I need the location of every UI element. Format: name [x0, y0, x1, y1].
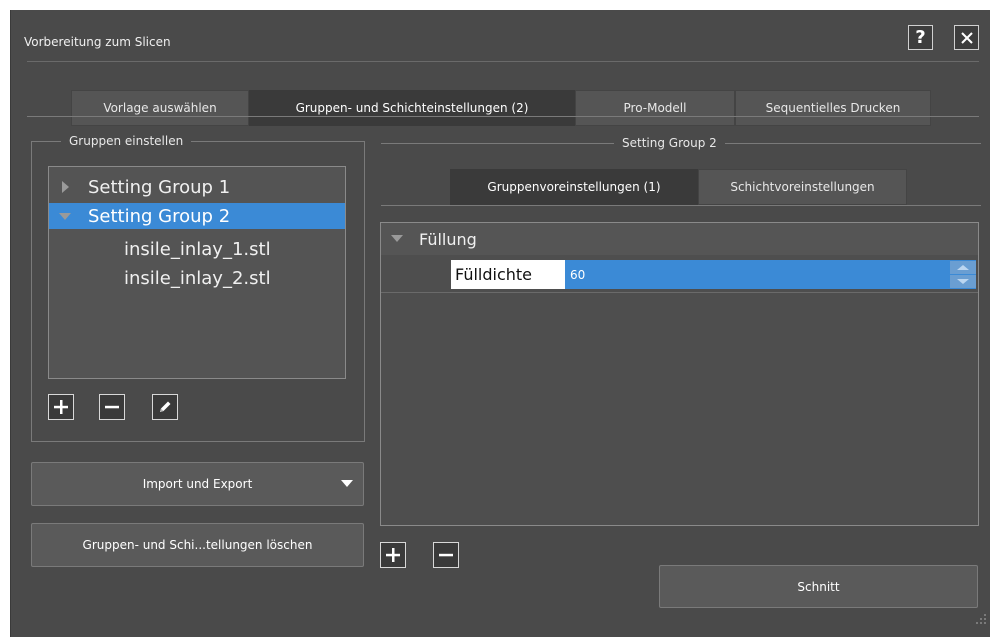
tab-gruppen-schichteinstellungen[interactable]: Gruppen- und Schichteinstellungen (2)	[249, 90, 575, 126]
value-spinner[interactable]	[950, 260, 976, 289]
tab-gruppenvoreinstellungen[interactable]: Gruppenvoreinstellungen (1)	[450, 169, 698, 205]
collapse-arrow-icon[interactable]	[391, 235, 403, 242]
help-button[interactable]: ?	[908, 25, 933, 50]
setting-group-legend: Setting Group 2	[614, 136, 725, 150]
property-label: Fülldichte	[451, 260, 565, 289]
chevron-up-icon	[957, 265, 969, 270]
import-export-dropdown[interactable]: Import und Export	[31, 462, 364, 506]
expand-arrow-icon[interactable]	[62, 181, 69, 193]
tab-sequentielles-drucken[interactable]: Sequentielles Drucken	[735, 90, 931, 126]
minus-icon	[439, 553, 453, 557]
plus-icon	[386, 548, 400, 562]
resize-grip-icon[interactable]	[975, 613, 987, 625]
collapse-arrow-icon[interactable]	[59, 212, 71, 220]
close-button[interactable]	[954, 25, 979, 50]
spin-up-button[interactable]	[950, 261, 976, 274]
title-divider	[27, 61, 979, 62]
close-icon	[960, 31, 973, 44]
remove-group-button[interactable]	[99, 394, 125, 420]
groups-legend: Gruppen einstellen	[61, 134, 192, 148]
plus-icon	[54, 400, 68, 414]
property-editor: Füllung Fülldichte 60	[380, 222, 979, 526]
tree-item-setting-group-1[interactable]: Setting Group 1	[49, 174, 345, 200]
chevron-down-icon	[341, 480, 353, 487]
section-title: Füllung	[419, 230, 477, 249]
add-group-button[interactable]	[48, 394, 74, 420]
delete-settings-button[interactable]: Gruppen- und Schi...tellungen löschen	[31, 523, 364, 567]
group-tree[interactable]: Setting Group 1 Setting Group 2 insile_i…	[48, 166, 346, 379]
tab-schichtvoreinstellungen[interactable]: Schichtvoreinstellungen	[698, 169, 907, 205]
section-header-fuellung[interactable]: Füllung	[381, 223, 978, 255]
spin-down-button[interactable]	[950, 275, 976, 288]
tab-vorlage[interactable]: Vorlage auswählen	[71, 90, 249, 126]
slice-button[interactable]: Schnitt	[659, 565, 978, 608]
tree-item-setting-group-2[interactable]: Setting Group 2	[49, 203, 345, 229]
tab-pro-modell[interactable]: Pro-Modell	[575, 90, 735, 126]
subtab-divider	[381, 205, 981, 206]
minus-icon	[105, 405, 119, 409]
rename-group-button[interactable]	[152, 394, 178, 420]
pencil-icon	[160, 401, 171, 412]
tree-item-file[interactable]: insile_inlay_2.stl	[49, 265, 345, 291]
tree-item-file[interactable]: insile_inlay_1.stl	[49, 236, 345, 262]
tab-divider	[27, 116, 979, 117]
slicing-dialog: Vorbereitung zum Slicen ? Vorlage auswäh…	[10, 10, 990, 637]
remove-property-button[interactable]	[433, 542, 459, 568]
chevron-down-icon	[957, 279, 969, 284]
help-icon: ?	[915, 27, 926, 48]
window-title: Vorbereitung zum Slicen	[24, 35, 171, 49]
property-row: Fülldichte 60	[381, 255, 978, 293]
add-property-button[interactable]	[380, 542, 406, 568]
fuelldichte-input[interactable]: 60	[565, 260, 950, 289]
